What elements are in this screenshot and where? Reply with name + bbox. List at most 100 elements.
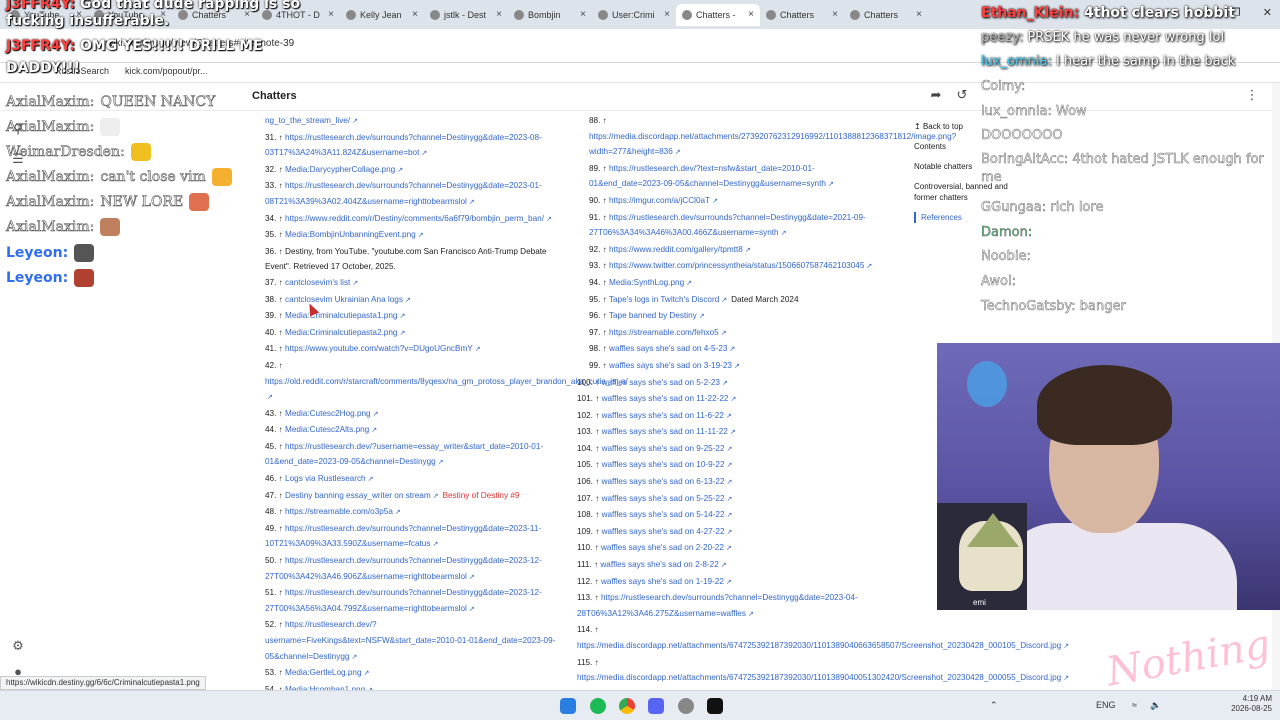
backlink-arrow-icon[interactable]: ↑ bbox=[593, 444, 602, 453]
backlink-arrow-icon[interactable]: ↑ bbox=[593, 494, 602, 503]
backlink-arrow-icon[interactable]: ↑ bbox=[593, 394, 602, 403]
backlink-arrow-icon[interactable]: ↑ bbox=[276, 491, 285, 500]
reference-link[interactable]: waffles says she's sad on 11-22-22 bbox=[602, 394, 737, 403]
reference-link[interactable]: https://www.twitter.com/princessyntheia/… bbox=[609, 261, 872, 270]
tab-close-icon[interactable]: × bbox=[916, 9, 922, 20]
discord-icon[interactable] bbox=[648, 698, 664, 714]
reference-link[interactable]: Media:Criminalcutiepasta1.png bbox=[285, 311, 405, 320]
backlink-arrow-icon[interactable]: ↑ bbox=[592, 625, 599, 634]
backlink-arrow-icon[interactable]: ↑ bbox=[276, 442, 285, 451]
reference-anchor[interactable]: https://streamable.com/fehxo5 bbox=[609, 328, 719, 337]
reference-anchor[interactable]: waffles says she's sad on 6-13-22 bbox=[602, 477, 725, 486]
reference-link[interactable]: waffles says she's sad on 2-8-22 bbox=[600, 560, 726, 569]
reference-anchor[interactable]: waffles says she's sad on 5-25-22 bbox=[602, 494, 725, 503]
wifi-icon[interactable]: ≈ bbox=[1132, 700, 1137, 710]
reference-link[interactable]: https://rustlesearch.dev/?username=essay… bbox=[265, 442, 543, 467]
backlink-arrow-icon[interactable]: ↑ bbox=[592, 543, 601, 552]
reference-anchor[interactable]: waffles says she's sad on 11-11-22 bbox=[602, 427, 728, 436]
reference-link[interactable]: https://rustlesearch.dev/?text=nsfw&star… bbox=[589, 164, 834, 189]
backlink-arrow-icon[interactable]: ↑ bbox=[600, 278, 609, 287]
reference-anchor[interactable]: Tape's logs in Twitch's Discord bbox=[609, 295, 719, 304]
reference-link[interactable]: waffles says she's sad on 5-2-23 bbox=[602, 378, 728, 387]
reference-link[interactable]: ng_to_the_stream_live/ bbox=[265, 116, 358, 125]
backlink-arrow-icon[interactable]: ↑ bbox=[276, 425, 285, 434]
reference-anchor[interactable]: Media:SynthLog.png bbox=[609, 278, 684, 287]
reference-link[interactable]: https://rustlesearch.dev/surrounds?chann… bbox=[265, 556, 542, 581]
reference-anchor[interactable]: https://www.youtube.com/watch?v=DUgoUGnc… bbox=[285, 344, 473, 353]
browser-tab[interactable]: Bombjin × bbox=[508, 4, 592, 26]
backlink-arrow-icon[interactable]: ↑ bbox=[276, 295, 285, 304]
tab-close-icon[interactable]: × bbox=[832, 9, 838, 20]
browser-tab[interactable]: Kelly Jean × bbox=[340, 4, 424, 26]
backlink-arrow-icon[interactable]: ↑ bbox=[276, 556, 285, 565]
backlink-arrow-icon[interactable]: ↑ bbox=[276, 181, 285, 190]
backlink-arrow-icon[interactable]: ↑ bbox=[600, 261, 609, 270]
reference-anchor[interactable]: https://rustlesearch.dev/?text=nsfw&star… bbox=[589, 164, 826, 189]
reference-anchor[interactable]: https://media.discordapp.net/attachments… bbox=[577, 673, 1061, 682]
reference-link[interactable]: Tape banned by Destiny bbox=[609, 311, 705, 320]
reference-anchor[interactable]: waffles says she's sad on 2-20-22 bbox=[601, 543, 724, 552]
reference-link[interactable]: https://old.reddit.com/r/starcraft/comme… bbox=[265, 377, 628, 402]
reference-anchor[interactable]: Logs via Rustlesearch bbox=[285, 474, 366, 483]
reference-anchor[interactable]: https://media.discordapp.net/attachments… bbox=[577, 641, 1061, 650]
reference-link[interactable]: https://rustlesearch.dev/surrounds?chann… bbox=[265, 588, 542, 613]
menu-icon[interactable]: ⋮ bbox=[1245, 88, 1259, 102]
reference-link[interactable]: waffles says she's sad on 6-13-22 bbox=[602, 477, 733, 486]
reference-anchor[interactable]: waffles says she's sad on 1-19-22 bbox=[601, 577, 724, 586]
backlink-arrow-icon[interactable]: ↑ bbox=[276, 361, 283, 370]
reference-anchor[interactable]: Media:Cutesc2Hog.png bbox=[285, 409, 371, 418]
tiktok-icon[interactable] bbox=[707, 698, 723, 714]
reference-link[interactable]: https://rustlesearch.dev/?username=FiveK… bbox=[265, 620, 555, 660]
reference-anchor[interactable]: https://rustlesearch.dev/surrounds?chann… bbox=[589, 213, 866, 238]
tab-close-icon[interactable]: × bbox=[496, 9, 502, 20]
reference-anchor[interactable]: cantclosevim's list bbox=[285, 278, 350, 287]
volume-icon[interactable]: 🔈 bbox=[1150, 700, 1161, 711]
backlink-arrow-icon[interactable]: ↑ bbox=[600, 361, 609, 370]
reference-anchor[interactable]: cantclosevim Ukrainian Ana logs bbox=[285, 295, 403, 304]
reference-anchor[interactable]: https://rustlesearch.dev/?username=essay… bbox=[265, 442, 543, 467]
reference-link[interactable]: Media:GertleLog.png bbox=[285, 668, 369, 677]
reference-anchor[interactable]: Tape banned by Destiny bbox=[609, 311, 697, 320]
reference-anchor[interactable]: https://rustlesearch.dev/surrounds?chann… bbox=[265, 181, 542, 206]
backlink-arrow-icon[interactable]: ↑ bbox=[593, 378, 602, 387]
reference-anchor[interactable]: https://old.reddit.com/r/starcraft/comme… bbox=[265, 377, 628, 386]
backlink-arrow-icon[interactable]: ↑ bbox=[600, 116, 607, 125]
backlink-arrow-icon[interactable]: ↑ bbox=[276, 133, 285, 142]
backlink-arrow-icon[interactable]: ↑ bbox=[276, 524, 285, 533]
backlink-arrow-icon[interactable]: ↑ bbox=[592, 593, 601, 602]
reference-link[interactable]: waffles says she's sad on 10-9-22 bbox=[602, 460, 733, 469]
reference-link[interactable]: https://media.discordapp.net/attachments… bbox=[577, 641, 1069, 650]
reference-anchor[interactable]: waffles says she's sad on 5-2-23 bbox=[602, 378, 720, 387]
reference-link[interactable]: waffles says she's sad on 5-25-22 bbox=[602, 494, 733, 503]
backlink-arrow-icon[interactable]: ↑ bbox=[593, 460, 602, 469]
lang-indicator[interactable]: ENG bbox=[1096, 700, 1116, 710]
reference-anchor[interactable]: https://imgur.com/a/jCCl0aT bbox=[609, 196, 710, 205]
tab-close-icon[interactable]: × bbox=[664, 9, 670, 20]
reference-link[interactable]: waffles says she's sad on 9-25-22 bbox=[602, 444, 733, 453]
reference-link[interactable]: cantclosevim Ukrainian Ana logs bbox=[285, 295, 411, 304]
reference-link[interactable]: waffles says she's sad on 3-19-23 bbox=[609, 361, 740, 370]
reference-anchor[interactable]: https://rustlesearch.dev/surrounds?chann… bbox=[265, 588, 542, 613]
tray-chevron-icon[interactable]: ⌃ bbox=[990, 700, 998, 711]
reference-anchor[interactable]: Destiny banning essay_writer on stream bbox=[285, 491, 431, 500]
reference-link[interactable]: Media:Cutesc2Alts.png bbox=[285, 425, 377, 434]
reference-anchor[interactable]: Media:Criminalcutiepasta2.png bbox=[285, 328, 397, 337]
backlink-arrow-icon[interactable]: ↑ bbox=[600, 295, 609, 304]
reference-link[interactable]: cantclosevim's list bbox=[285, 278, 358, 287]
reference-link[interactable]: https://rustlesearch.dev/surrounds?chann… bbox=[577, 593, 858, 618]
reference-link[interactable]: Logs via Rustlesearch bbox=[285, 474, 373, 483]
reference-anchor[interactable]: https://streamable.com/o3p5a bbox=[285, 507, 393, 516]
backlink-arrow-icon[interactable]: ↑ bbox=[276, 328, 285, 337]
backlink-arrow-icon[interactable]: ↑ bbox=[600, 328, 609, 337]
reference-anchor[interactable]: Media:GertleLog.png bbox=[285, 668, 361, 677]
reference-link[interactable]: waffles says she's sad on 5-14-22 bbox=[602, 510, 733, 519]
backlink-arrow-icon[interactable]: ↑ bbox=[276, 507, 285, 516]
tab-close-icon[interactable]: × bbox=[412, 9, 418, 20]
backlink-arrow-icon[interactable]: ↑ bbox=[592, 577, 601, 586]
backlink-arrow-icon[interactable]: ↑ bbox=[276, 588, 285, 597]
reference-anchor[interactable]: waffles says she's sad on 9-25-22 bbox=[602, 444, 725, 453]
chrome-icon[interactable] bbox=[619, 698, 635, 714]
reference-link[interactable]: https://streamable.com/o3p5a bbox=[285, 507, 401, 516]
reference-anchor[interactable]: waffles says she's sad on 3-19-23 bbox=[609, 361, 732, 370]
reference-link[interactable]: Media:BombjinUnbanningEvent.png bbox=[285, 230, 424, 239]
